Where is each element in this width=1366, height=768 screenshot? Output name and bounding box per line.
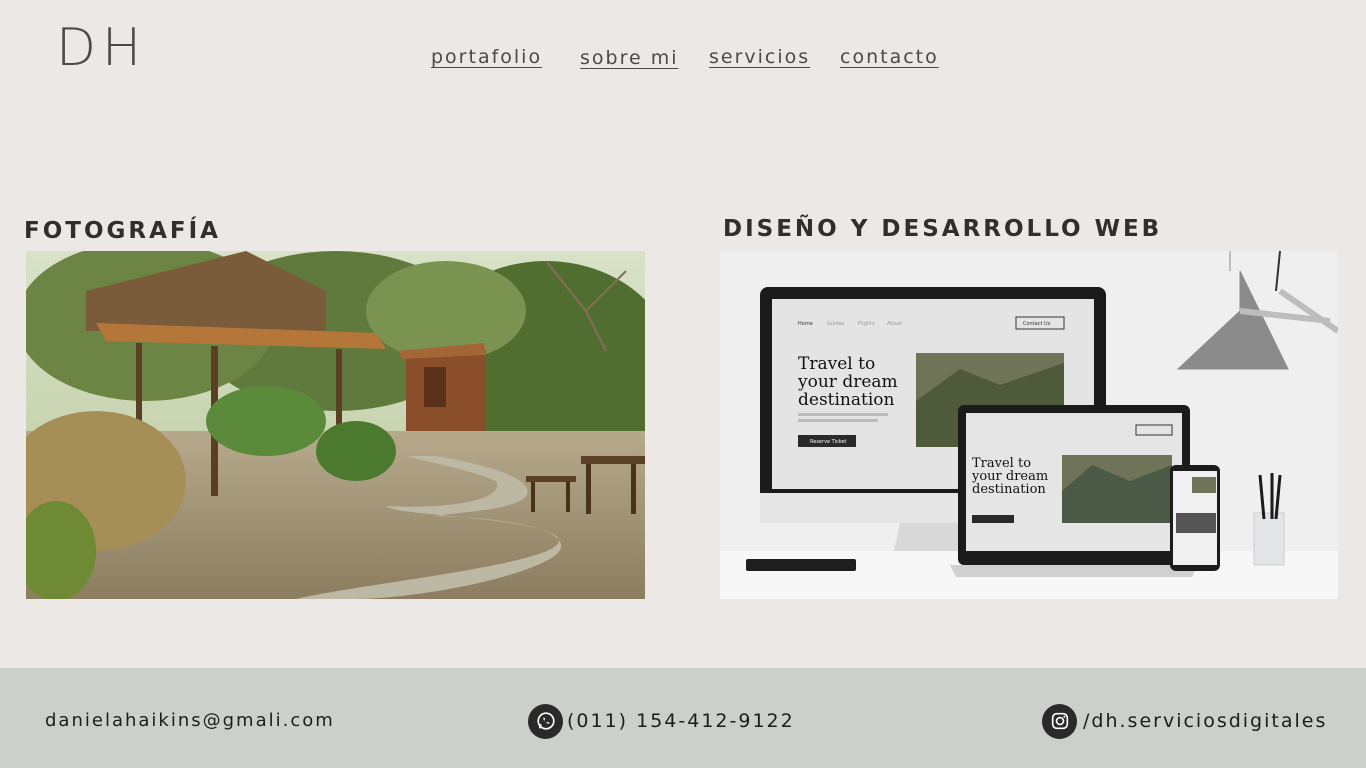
- section-title-web: DISEÑO Y DESARROLLO WEB: [723, 216, 1163, 242]
- footer-instagram[interactable]: /dh.serviciosdigitales: [1042, 703, 1327, 739]
- mockup-nav-item: Flights: [858, 321, 875, 327]
- footer: danielahaikins@gmali.com (011) 154-412-9…: [0, 668, 1366, 768]
- mockup-headline-3: destination: [798, 390, 895, 410]
- main-nav: portafolio sobre mi servicios contacto: [0, 46, 1366, 70]
- mockup-headline-1: Travel to: [798, 354, 875, 374]
- instagram-icon[interactable]: [1042, 703, 1077, 739]
- nav-link-servicios[interactable]: servicios: [709, 46, 810, 68]
- laptop-headline-3: destination: [972, 482, 1046, 497]
- garden-photo: [26, 251, 645, 599]
- mockup-cta: Reserve Ticket: [810, 439, 847, 445]
- nav-link-contacto[interactable]: contacto: [840, 46, 939, 68]
- section-title-photography: FOTOGRAFÍA: [24, 218, 221, 244]
- mockup-headline-2: your dream: [797, 372, 898, 392]
- footer-phone[interactable]: (011) 154-412-9122: [528, 703, 795, 739]
- nav-link-sobre-mi[interactable]: sobre mi: [580, 47, 679, 69]
- whatsapp-icon[interactable]: [528, 703, 563, 739]
- photography-image[interactable]: [26, 251, 645, 599]
- mockup-nav-home: Home: [798, 321, 813, 327]
- footer-email[interactable]: danielahaikins@gmali.com: [45, 710, 335, 731]
- phone-number[interactable]: (011) 154-412-9122: [567, 710, 795, 732]
- nav-link-portafolio[interactable]: portafolio: [431, 46, 542, 68]
- mockup-nav-item: About: [887, 321, 902, 327]
- device-mockup: Home Guides Flights About Contact Us Tra…: [720, 251, 1338, 599]
- mockup-contact-button: Contact Us: [1023, 321, 1051, 327]
- web-design-image[interactable]: Home Guides Flights About Contact Us Tra…: [720, 251, 1338, 599]
- instagram-handle[interactable]: /dh.serviciosdigitales: [1083, 710, 1327, 732]
- mockup-nav-item: Guides: [827, 321, 845, 327]
